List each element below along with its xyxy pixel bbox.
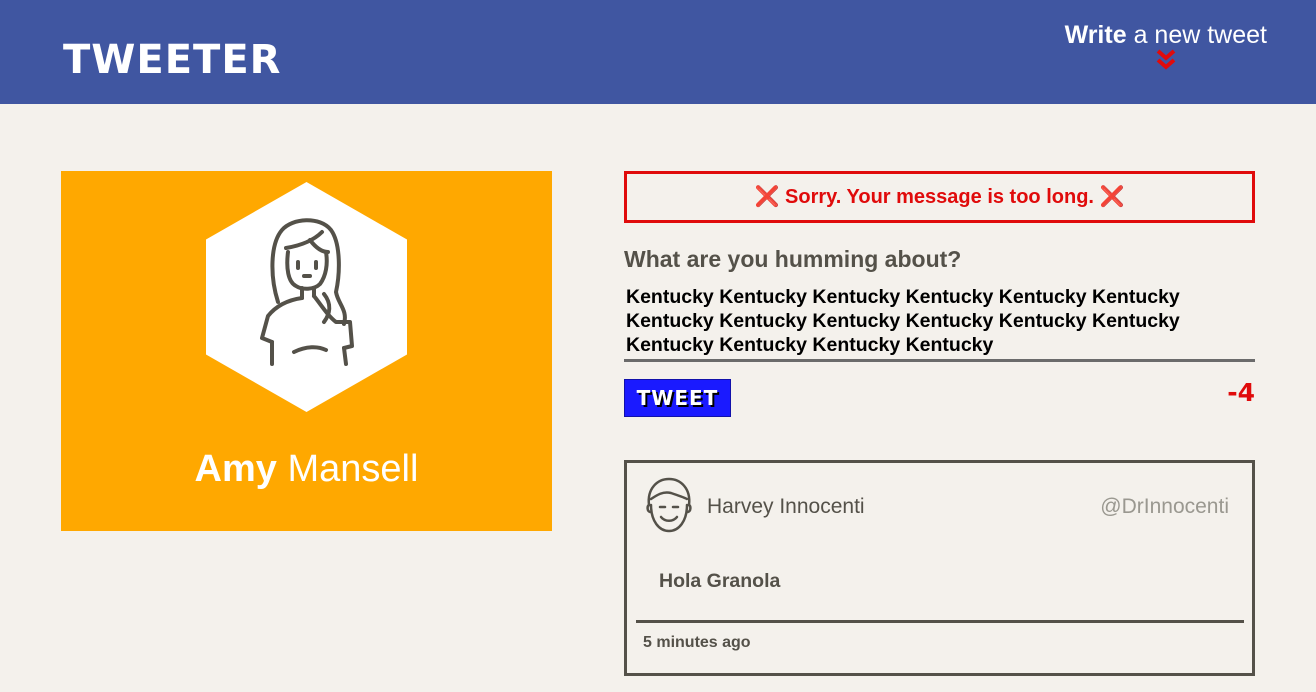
profile-name: Amy Mansell: [61, 445, 552, 493]
tweet-author-handle: @DrInnocenti: [1100, 495, 1229, 518]
tweet-card: Harvey Innocenti @DrInnocenti Hola Grano…: [624, 460, 1255, 676]
write-new-tweet-toggle[interactable]: Write a new tweet: [1065, 18, 1267, 71]
tweet-timestamp: 5 minutes ago: [643, 634, 751, 651]
tweet-textarea[interactable]: Kentucky Kentucky Kentucky Kentucky Kent…: [624, 285, 1255, 362]
tweet-author-name: Harvey Innocenti: [707, 495, 865, 518]
tweet-submit-button[interactable]: TWEET: [624, 379, 731, 417]
double-chevron-down-icon[interactable]: [1155, 49, 1177, 71]
tweet-content: Hola Granola: [659, 570, 781, 592]
brand-logo[interactable]: TWEETER: [63, 36, 281, 84]
woman-avatar-icon: [206, 182, 407, 412]
error-message: ❌ Sorry. Your message is too long. ❌: [624, 171, 1255, 223]
user-profile-card: Amy Mansell: [61, 171, 552, 531]
write-new-tweet-label[interactable]: Write a new tweet: [1065, 18, 1267, 52]
write-label-strong: Write: [1064, 21, 1127, 49]
profile-first-name: Amy: [194, 448, 277, 490]
tweet-divider: [636, 620, 1244, 623]
profile-last-name: Mansell: [287, 448, 419, 490]
write-label-light: a new tweet: [1133, 21, 1267, 49]
man-avatar-icon: [646, 477, 692, 533]
character-counter: -4: [1227, 378, 1255, 407]
top-nav: TWEETER Write a new tweet: [0, 0, 1316, 104]
compose-prompt: What are you humming about?: [624, 246, 962, 272]
